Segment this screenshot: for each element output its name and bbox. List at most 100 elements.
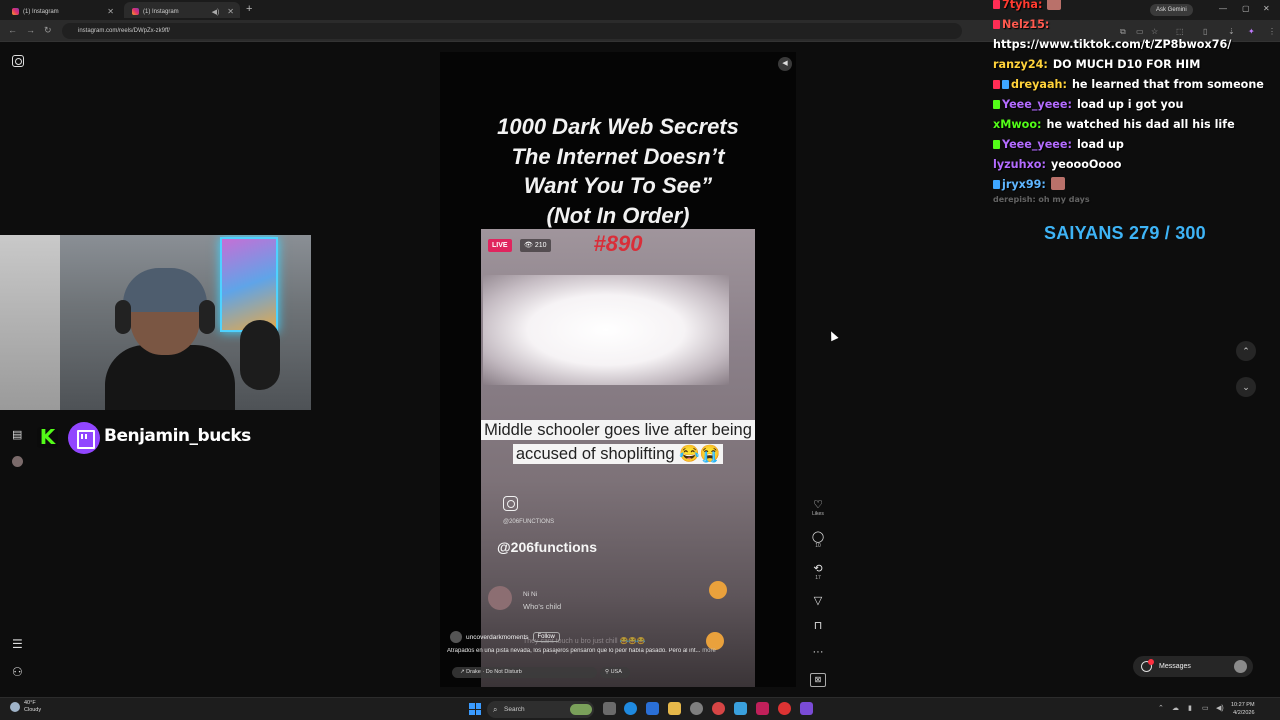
tray-chevron-icon[interactable]: ⌃ — [1158, 704, 1164, 712]
chat-badge-icon — [1002, 80, 1009, 89]
more-link[interactable]: more — [702, 648, 716, 654]
more-menu-icon[interactable]: ☰ — [12, 637, 23, 651]
chat-text: yeoooOooo — [1050, 158, 1122, 171]
messages-label: Messages — [1159, 663, 1191, 670]
location-chip[interactable]: ⚲ USA — [600, 667, 630, 678]
tab-instagram-2[interactable]: (1) Instagram ◀) ✕ — [124, 2, 240, 18]
mic-tray-icon[interactable]: ▮ — [1188, 704, 1192, 712]
chat-user: 7tyha: — [1002, 0, 1043, 11]
app-icon[interactable] — [756, 702, 769, 715]
tab-label: (1) Instagram — [143, 8, 179, 15]
chat-text: he learned that from someone — [1071, 78, 1264, 91]
profile-avatar-icon[interactable] — [12, 456, 23, 467]
video-caption: Middle schooler goes live after being ac… — [481, 419, 755, 466]
chat-text: load up — [1076, 138, 1124, 151]
repost-icon: ⟲ — [813, 563, 823, 575]
reel-player[interactable]: ◀ 1000 Dark Web Secrets The Internet Doe… — [440, 52, 796, 687]
follow-button[interactable]: Follow — [532, 632, 560, 642]
chat-message: Yeee_yeee: load up — [993, 135, 1280, 155]
settings-gear-icon[interactable] — [690, 702, 703, 715]
account-avatar[interactable] — [450, 631, 462, 643]
audio-thumbnail[interactable]: ⊠ — [810, 673, 826, 687]
task-view-icon[interactable] — [603, 702, 616, 715]
reel-title-line: 1000 Dark Web Secrets — [497, 114, 739, 139]
meta-apps-icon[interactable]: ⚇ — [12, 665, 23, 679]
back-icon[interactable]: ← — [8, 25, 17, 35]
next-reel-button[interactable]: ⌄ — [1236, 377, 1256, 397]
chat-text: DO MUCH D10 FOR HIM — [1052, 58, 1201, 71]
weather-widget[interactable]: 40°F Cloudy — [10, 700, 41, 714]
likes-label: Likes — [812, 511, 824, 517]
audio-label: Drake · Do Not Disturb — [466, 669, 522, 675]
windows-start-icon[interactable] — [469, 703, 481, 715]
taskbar-clock[interactable]: 10:27 PM 4/2/2026 — [1231, 701, 1255, 717]
watermark-handle: @206functions — [497, 539, 598, 555]
tab-label: (1) Instagram — [23, 8, 59, 15]
reel-account-row: uncoverdarkmoments Follow — [450, 631, 560, 643]
close-tab-icon[interactable]: ✕ — [227, 7, 234, 16]
edge-icon[interactable] — [624, 702, 637, 715]
more-options-button[interactable]: ··· — [810, 646, 826, 658]
clock-time: 10:27 PM — [1231, 702, 1255, 708]
reel-description: Atrapados en una pista nevada, los pasaj… — [447, 648, 792, 654]
mute-toggle-icon[interactable]: ◀ — [778, 57, 792, 71]
streamer-name: Benjamin_bucks — [104, 426, 251, 446]
twitch-logo-icon — [68, 422, 100, 454]
audio-chip[interactable]: ↗ Drake · Do Not Disturb — [452, 667, 597, 678]
chat-badge-icon — [993, 80, 1000, 89]
reel-title: 1000 Dark Web Secrets The Internet Doesn… — [440, 112, 796, 230]
live-comment-user: Ni Ni — [523, 591, 538, 598]
webcam-microphone — [240, 320, 280, 390]
repost-button[interactable]: ⟲ 17 — [810, 563, 826, 582]
recording-app-icon[interactable] — [778, 702, 791, 715]
like-button[interactable]: ♡ Likes — [810, 499, 826, 518]
comment-button[interactable]: ◯ 10 — [810, 531, 826, 550]
reels-icon[interactable]: ▤ — [12, 428, 22, 441]
comment-icon: ◯ — [811, 531, 825, 543]
forward-icon[interactable]: → — [26, 25, 35, 35]
copilot-icon[interactable] — [646, 702, 659, 715]
reel-description-text: Atrapados en una pista nevada, los pasaj… — [447, 648, 701, 654]
messages-button[interactable]: Messages — [1133, 656, 1253, 677]
chat-user: lyzuhxo: — [993, 158, 1046, 171]
chat-message: lyzuhxo: yeoooOooo — [993, 155, 1280, 175]
new-tab-button[interactable]: + — [246, 3, 252, 15]
chat-emote-icon — [1050, 177, 1065, 190]
network-icon[interactable]: ▭ — [1202, 704, 1209, 712]
chat-message: https://www.tiktok.com/t/ZP8bwox76/ — [993, 35, 1280, 55]
speaker-icon[interactable]: ◀) — [212, 8, 220, 16]
chat-user: jryx99: — [1002, 178, 1046, 191]
save-button[interactable]: ⊓ — [810, 620, 826, 632]
chat-message: dreyaah: he learned that from someone — [993, 75, 1280, 95]
chrome-icon[interactable] — [712, 702, 725, 715]
share-button[interactable]: ▽ — [810, 595, 826, 607]
mouse-cursor-icon — [827, 329, 839, 342]
account-name[interactable]: uncoverdarkmoments — [466, 634, 529, 641]
live-comment-text: Who's child — [523, 602, 562, 611]
url-text: instagram.com/reels/DWpZx-zk9ff/ — [78, 28, 170, 34]
url-field[interactable]: instagram.com/reels/DWpZx-zk9ff/ — [62, 23, 962, 39]
discord-icon[interactable] — [800, 702, 813, 715]
reel-video-frame: LIVE 👁 210 #890 Middle schooler goes liv… — [481, 229, 755, 687]
reel-title-line: Want You To See” — [523, 173, 713, 198]
file-explorer-icon[interactable] — [668, 702, 681, 715]
share-icon: ▽ — [813, 595, 823, 607]
windows-taskbar: 40°F Cloudy ⌕ Search ⌃ ☁ ▮ ▭ ◀) 10:27 PM… — [0, 697, 1280, 720]
tab-instagram-1[interactable]: (1) Instagram ✕ — [4, 2, 120, 18]
reload-icon[interactable]: ↻ — [44, 25, 52, 36]
instagram-logo-icon[interactable] — [12, 55, 24, 67]
video-light-glow — [483, 275, 729, 385]
chat-message: xMwoo: he watched his dad all his life — [993, 115, 1280, 135]
weather-temp: 40°F — [24, 700, 36, 706]
cloud-sync-icon[interactable]: ☁ — [1172, 704, 1179, 712]
taskbar-search-label: Search — [504, 706, 525, 713]
previous-reel-button[interactable]: ⌃ — [1236, 341, 1256, 361]
video-caption-text: Middle schooler goes live after being ac… — [481, 420, 755, 464]
clock-date: 4/2/2026 — [1233, 710, 1255, 716]
taskbar-search[interactable]: ⌕ Search — [487, 701, 594, 718]
telegram-icon[interactable] — [734, 702, 747, 715]
volume-icon[interactable]: ◀) — [1216, 704, 1224, 712]
chat-message: Yeee_yeee: load up i got you — [993, 95, 1280, 115]
close-tab-icon[interactable]: ✕ — [107, 7, 114, 16]
comments-count: 10 — [815, 543, 821, 549]
